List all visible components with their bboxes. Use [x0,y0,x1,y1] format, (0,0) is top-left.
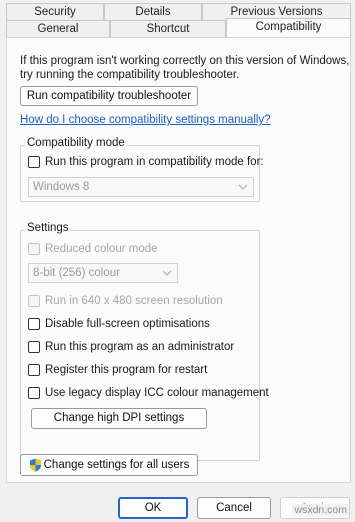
ok-button[interactable]: OK [118,497,188,519]
run-as-admin-row[interactable]: Run this program as an administrator [28,339,234,355]
tab-compatibility[interactable]: Compatibility [226,18,351,37]
run-as-admin-checkbox[interactable] [28,341,40,353]
compatibility-mode-legend: Compatibility mode [25,137,127,149]
manual-settings-link[interactable]: How do I choose compatibility settings m… [20,114,271,126]
disable-fullscreen-row[interactable]: Disable full-screen optimisations [28,316,210,332]
os-version-select: Windows 8 [28,177,254,197]
colour-depth-select: 8-bit (256) colour [28,263,178,283]
compatibility-panel: If this program isn't working correctly … [6,37,351,483]
settings-legend: Settings [25,222,71,234]
resolution-checkbox [28,295,40,307]
legacy-icc-row[interactable]: Use legacy display ICC colour management [28,385,269,401]
cancel-button[interactable]: Cancel [197,497,271,519]
compat-mode-checkbox-row[interactable]: Run this program in compatibility mode f… [28,154,264,170]
resolution-label: Run in 640 x 480 screen resolution [45,295,223,307]
intro-line-2: try running the compatibility troublesho… [20,69,240,81]
chevron-down-icon [162,270,172,276]
os-version-value: Windows 8 [33,181,90,193]
reduced-colour-label: Reduced colour mode [45,243,158,255]
change-dpi-button[interactable]: Change high DPI settings [31,408,207,429]
tab-row-front: General Shortcut Compatibility [6,18,351,37]
disable-fullscreen-checkbox[interactable] [28,318,40,330]
legacy-icc-checkbox[interactable] [28,387,40,399]
reduced-colour-checkbox [28,243,40,255]
register-restart-label: Register this program for restart [45,364,208,376]
compat-mode-label: Run this program in compatibility mode f… [45,156,264,168]
legacy-icc-label: Use legacy display ICC colour management [45,387,269,399]
reduced-colour-row: Reduced colour mode [28,241,158,257]
run-troubleshooter-button[interactable]: Run compatibility troubleshooter [20,86,198,106]
intro-text: If this program isn't working correctly … [20,54,349,82]
uac-shield-icon [29,458,41,472]
disable-fullscreen-label: Disable full-screen optimisations [45,318,210,330]
register-restart-checkbox[interactable] [28,364,40,376]
run-as-admin-label: Run this program as an administrator [45,341,235,353]
register-restart-row[interactable]: Register this program for restart [28,362,207,378]
compat-mode-checkbox[interactable] [28,156,40,168]
tab-details[interactable]: Details [104,3,202,20]
watermark: wsxdn.com [292,504,349,516]
tab-shortcut[interactable]: Shortcut [110,20,226,37]
tab-general[interactable]: General [6,20,110,37]
change-all-users-button[interactable]: Change settings for all users [20,454,198,476]
resolution-row: Run in 640 x 480 screen resolution [28,293,223,309]
intro-line-1: If this program isn't working correctly … [20,55,350,67]
colour-depth-value: 8-bit (256) colour [33,267,120,279]
change-all-users-label: Change settings for all users [43,459,190,471]
chevron-down-icon [238,184,248,190]
tab-security[interactable]: Security [6,3,104,20]
